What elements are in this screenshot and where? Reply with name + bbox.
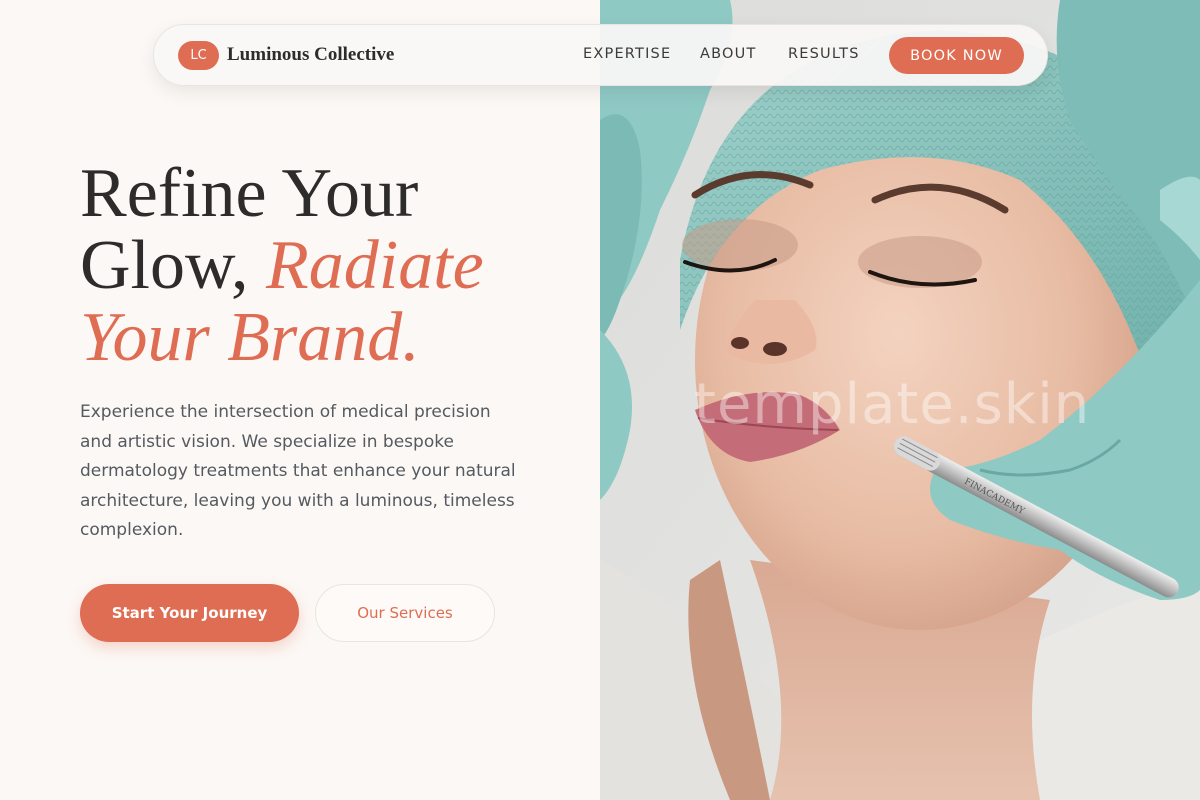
hero-title-accent-2: Your Brand. <box>80 299 420 376</box>
brand-name[interactable]: Luminous Collective <box>227 44 394 66</box>
watermark-text: template.skin <box>694 372 1091 437</box>
page: Refine Your Glow, Radiate Your Brand. Ex… <box>0 0 1200 800</box>
hero-image: FINACADEMY template.skin <box>600 0 1200 800</box>
hero-description: Experience the intersection of medical p… <box>80 402 516 540</box>
hero-title-accent-1: Radiate <box>266 227 484 304</box>
top-navigation: LC Luminous Collective EXPERTISE ABOUT R… <box>153 24 1048 86</box>
our-services-button[interactable]: Our Services <box>315 584 495 642</box>
book-now-button[interactable]: BOOK NOW <box>889 37 1024 74</box>
nav-link-expertise[interactable]: EXPERTISE <box>583 46 671 62</box>
start-journey-button[interactable]: Start Your Journey <box>80 584 299 642</box>
hero-title-line-2: Glow, <box>80 227 267 304</box>
nav-link-results[interactable]: RESULTS <box>788 46 860 62</box>
hero-section: Refine Your Glow, Radiate Your Brand. Ex… <box>0 0 600 800</box>
hero-title: Refine Your Glow, Radiate Your Brand. <box>80 158 580 374</box>
nav-link-about[interactable]: ABOUT <box>700 46 757 62</box>
logo-badge[interactable]: LC <box>178 41 219 70</box>
hero-title-line-1: Refine Your <box>80 155 419 232</box>
